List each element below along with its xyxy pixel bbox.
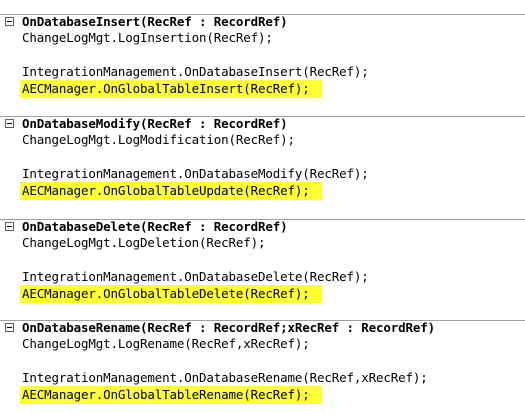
highlight-marker: AECManager.OnGlobalTableInsert(RecRef); [20, 80, 322, 98]
code-line[interactable]: ChangeLogMgt.LogDeletion(RecRef); [22, 234, 266, 251]
trigger-header: OnDatabaseInsert(RecRef : RecordRef) [0, 14, 525, 29]
code-line-highlighted[interactable]: AECManager.OnGlobalTableRename(RecRef); [20, 386, 322, 404]
code-line-highlighted[interactable]: AECManager.OnGlobalTableDelete(RecRef); [20, 285, 322, 303]
collapse-minus-icon[interactable] [5, 222, 14, 231]
code-line[interactable]: IntegrationManagement.OnDatabaseRename(R… [22, 369, 428, 386]
trigger-signature: OnDatabaseInsert(RecRef : RecordRef) [22, 14, 288, 29]
highlight-marker: AECManager.OnGlobalTableRename(RecRef); [20, 386, 322, 404]
code-line-highlighted[interactable]: AECManager.OnGlobalTableUpdate(RecRef); [20, 182, 322, 200]
trigger-header: OnDatabaseDelete(RecRef : RecordRef) [0, 219, 525, 234]
code-editor[interactable]: OnDatabaseInsert(RecRef : RecordRef) Cha… [0, 0, 525, 414]
highlight-marker: AECManager.OnGlobalTableUpdate(RecRef); [20, 182, 322, 200]
trigger-signature: OnDatabaseModify(RecRef : RecordRef) [22, 116, 288, 131]
collapse-minus-icon[interactable] [5, 17, 14, 26]
code-line-highlighted[interactable]: AECManager.OnGlobalTableInsert(RecRef); [20, 80, 322, 98]
trigger-header: OnDatabaseModify(RecRef : RecordRef) [0, 116, 525, 131]
collapse-minus-icon[interactable] [5, 323, 14, 332]
highlight-marker: AECManager.OnGlobalTableDelete(RecRef); [20, 285, 322, 303]
code-line[interactable]: IntegrationManagement.OnDatabaseDelete(R… [22, 268, 369, 285]
code-line[interactable]: ChangeLogMgt.LogModification(RecRef); [22, 131, 295, 148]
trigger-signature: OnDatabaseRename(RecRef : RecordRef;xRec… [22, 320, 436, 335]
code-line[interactable]: IntegrationManagement.OnDatabaseInsert(R… [22, 63, 369, 80]
collapse-minus-icon[interactable] [5, 119, 14, 128]
trigger-signature: OnDatabaseDelete(RecRef : RecordRef) [22, 219, 288, 234]
code-line[interactable]: IntegrationManagement.OnDatabaseModify(R… [22, 165, 369, 182]
trigger-header: OnDatabaseRename(RecRef : RecordRef;xRec… [0, 320, 525, 335]
code-line[interactable]: ChangeLogMgt.LogRename(RecRef,xRecRef); [22, 335, 310, 352]
code-line[interactable]: ChangeLogMgt.LogInsertion(RecRef); [22, 29, 273, 46]
